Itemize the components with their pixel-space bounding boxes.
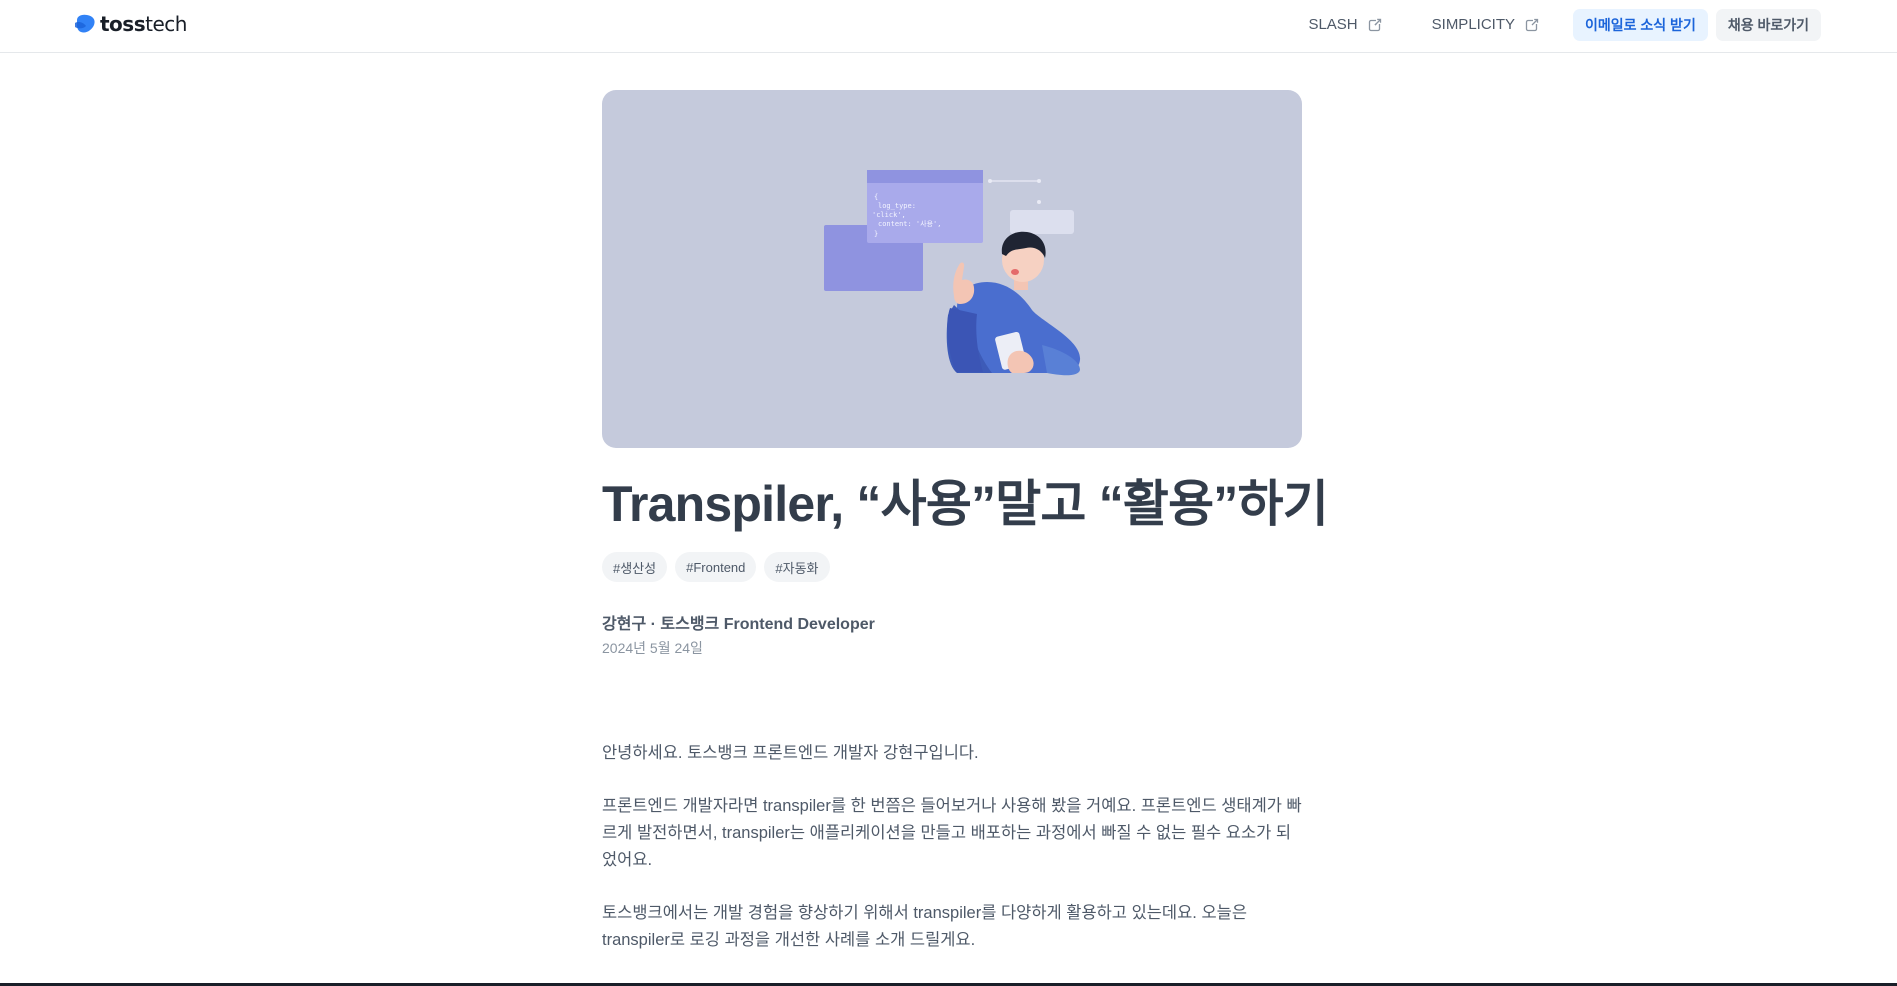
article: { log_type: 'click', content: '사용', } Tr… [602,90,1329,980]
article-body: 안녕하세요. 토스뱅크 프론트엔드 개발자 강현구입니다. 프론트엔드 개발자라… [602,740,1302,954]
careers-button[interactable]: 채용 바로가기 [1715,8,1821,41]
code-line: } [874,230,878,238]
nav-link-simplicity[interactable]: SIMPLICITY [1432,8,1539,41]
external-link-icon [1368,18,1382,31]
tag-automation[interactable]: #자동화 [764,552,830,582]
nav-link-slash[interactable]: SLASH [1308,8,1382,41]
toss-tech-logo[interactable]: tosstech [74,12,187,36]
paragraph: 프론트엔드 개발자라면 transpiler를 한 번쯤은 들어보거나 사용해 … [602,797,1302,869]
top-navigation-bar: tosstech SLASH SIMPLICITY 이메일로 소식 받기 채용 … [0,0,1897,53]
logo-text-bold: toss [100,12,146,36]
article-title: Transpiler, “사용”말고 “활용”하기 [602,476,1329,532]
hero-illustration: { log_type: 'click', content: '사용', } [602,90,1302,448]
paragraph: 토스뱅크에서는 개발 경험을 향상하기 위해서 transpiler를 다양하게… [602,904,1248,949]
tag-list: #생산성 #Frontend #자동화 [602,552,1302,582]
nav-link-label: SIMPLICITY [1431,16,1515,33]
code-line: 'click', [872,211,906,219]
publish-date: 2024년 5월 24일 [602,640,703,656]
developer-illustration: { log_type: 'click', content: '사용', } [824,170,1081,376]
author-byline: 강현구 · 토스뱅크 Frontend Developer [602,616,875,633]
subscribe-email-button[interactable]: 이메일로 소식 받기 [1573,8,1708,41]
tag-productivity[interactable]: #생산성 [602,552,668,582]
code-line: content: '사용', [878,219,941,228]
header-nav: SLASH SIMPLICITY 이메일로 소식 받기 채용 바로가기 [1308,8,1821,41]
logo-text-light: tech [145,12,187,36]
code-line: { [874,193,878,201]
toss-logo-icon [75,14,95,33]
tag-frontend[interactable]: #Frontend [675,552,757,582]
code-line: log_type: [878,202,916,210]
paragraph: 안녕하세요. 토스뱅크 프론트엔드 개발자 강현구입니다. [602,744,979,762]
external-link-icon [1525,18,1539,31]
nav-link-label: SLASH [1308,16,1358,33]
